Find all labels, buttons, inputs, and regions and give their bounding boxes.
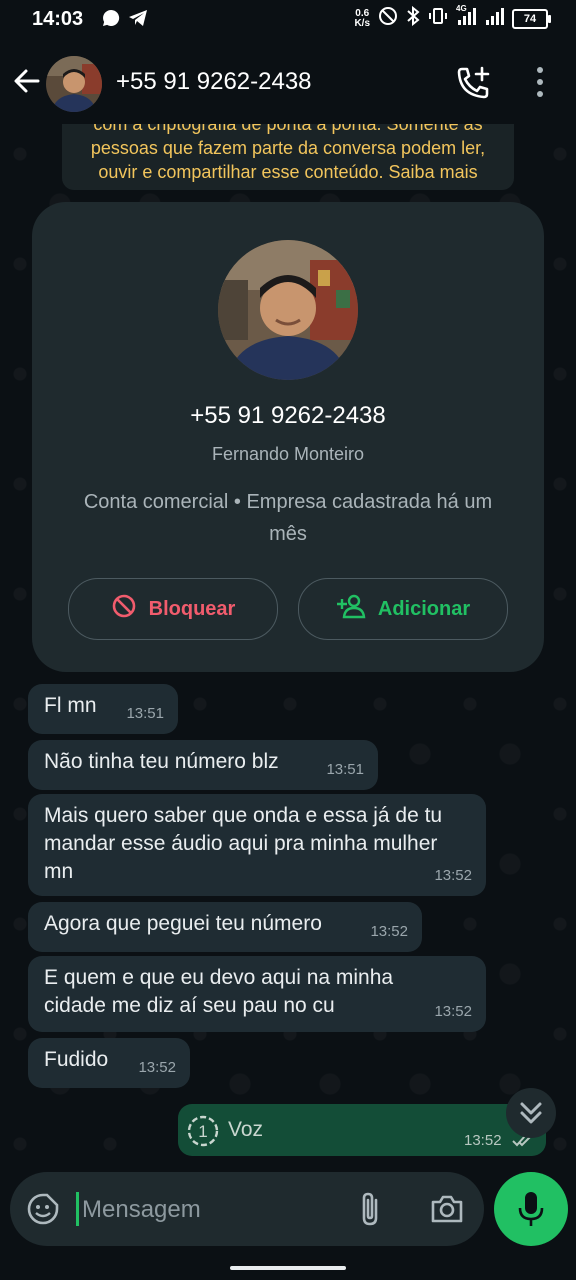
- message-text: Não tinha teu número blz: [44, 750, 279, 773]
- message-time: 13:52: [464, 1132, 502, 1149]
- paperclip-icon[interactable]: [356, 1190, 384, 1233]
- message-time: 13:51: [126, 705, 164, 722]
- message-time: 13:51: [326, 761, 364, 778]
- signal-icon: 4G: [456, 4, 476, 31]
- message-input[interactable]: [80, 1188, 334, 1232]
- status-bar: 14:03 0.6 K/s 4G 74: [0, 0, 576, 40]
- message-text: Mais quero saber que onda e essa já de t…: [44, 804, 443, 883]
- message-bubble[interactable]: Fudido 13:52: [28, 1038, 190, 1088]
- contact-title[interactable]: +55 91 9262-2438: [116, 68, 312, 96]
- back-arrow-icon[interactable]: [10, 64, 44, 98]
- chat-header: +55 91 9262-2438: [0, 40, 576, 124]
- notice-line: ouvir e compartilhar esse conteúdo. Saib…: [98, 162, 478, 182]
- notice-line: pessoas que fazem parte da conversa pode…: [90, 138, 486, 158]
- message-time: 13:52: [434, 867, 472, 884]
- voice-label: Voz: [228, 1118, 264, 1141]
- camera-icon[interactable]: [430, 1192, 464, 1231]
- text-cursor: [76, 1192, 79, 1226]
- notice-line: com a criptografia de ponta a ponta. Som…: [93, 124, 483, 134]
- business-info: Conta comercial • Empresa cadastrada há …: [83, 491, 493, 545]
- double-chevron-down-icon: [520, 1102, 542, 1124]
- avatar[interactable]: [46, 56, 102, 112]
- message-bubble[interactable]: Não tinha teu número blz 13:51: [28, 740, 378, 790]
- message-time: 13:52: [434, 1003, 472, 1020]
- more-vert-icon[interactable]: [530, 64, 550, 100]
- add-call-icon[interactable]: [454, 64, 492, 102]
- add-label: Adicionar: [377, 597, 471, 620]
- message-time: 13:52: [370, 923, 408, 940]
- telegram-icon: [128, 9, 148, 32]
- message-time: 13:52: [138, 1059, 176, 1076]
- message-text: Agora que peguei teu número: [44, 912, 322, 935]
- message-bubble[interactable]: Fl mn 13:51: [28, 684, 178, 734]
- message-composer: [10, 1172, 484, 1246]
- block-label: Bloquear: [148, 597, 236, 620]
- battery-icon: 74: [512, 8, 551, 29]
- vibrate-icon: [428, 6, 448, 31]
- add-contact-button[interactable]: Adicionar: [298, 578, 508, 640]
- message-bubble[interactable]: E quem e que eu devo aqui na minha cidad…: [28, 956, 486, 1032]
- scroll-to-bottom-button[interactable]: [506, 1088, 556, 1138]
- outgoing-voice-message[interactable]: 1 Voz 13:52: [178, 1104, 546, 1156]
- signal-icon: [484, 6, 504, 31]
- message-text: E quem e que eu devo aqui na minha cidad…: [44, 966, 394, 1017]
- voice-record-button[interactable]: [494, 1172, 568, 1246]
- whatsapp-icon: [102, 9, 120, 32]
- system-nav-bar: [0, 1252, 576, 1280]
- status-time: 14:03: [32, 8, 84, 30]
- encryption-notice[interactable]: com a criptografia de ponta a ponta. Som…: [62, 124, 514, 190]
- message-bubble[interactable]: Agora que peguei teu número 13:52: [28, 902, 422, 952]
- home-gesture-handle[interactable]: [230, 1266, 346, 1270]
- microphone-icon: [518, 1192, 544, 1226]
- bluetooth-icon: [406, 5, 420, 31]
- do-not-disturb-icon: [378, 6, 398, 31]
- contact-card: +55 91 9262-2438 Fernando Monteiro Conta…: [32, 202, 544, 672]
- view-once-icon[interactable]: 1: [186, 1114, 220, 1153]
- block-icon: [111, 593, 137, 625]
- contact-phone: +55 91 9262-2438: [190, 402, 386, 429]
- network-speed: 0.6 K/s: [354, 7, 370, 29]
- message-bubble[interactable]: Mais quero saber que onda e essa já de t…: [28, 794, 486, 896]
- svg-text:1: 1: [198, 1122, 207, 1141]
- emoji-icon[interactable]: [26, 1192, 60, 1231]
- add-person-icon: [336, 593, 366, 625]
- contact-photo[interactable]: [218, 240, 358, 380]
- block-button[interactable]: Bloquear: [68, 578, 278, 640]
- contact-name: Fernando Monteiro: [211, 444, 365, 464]
